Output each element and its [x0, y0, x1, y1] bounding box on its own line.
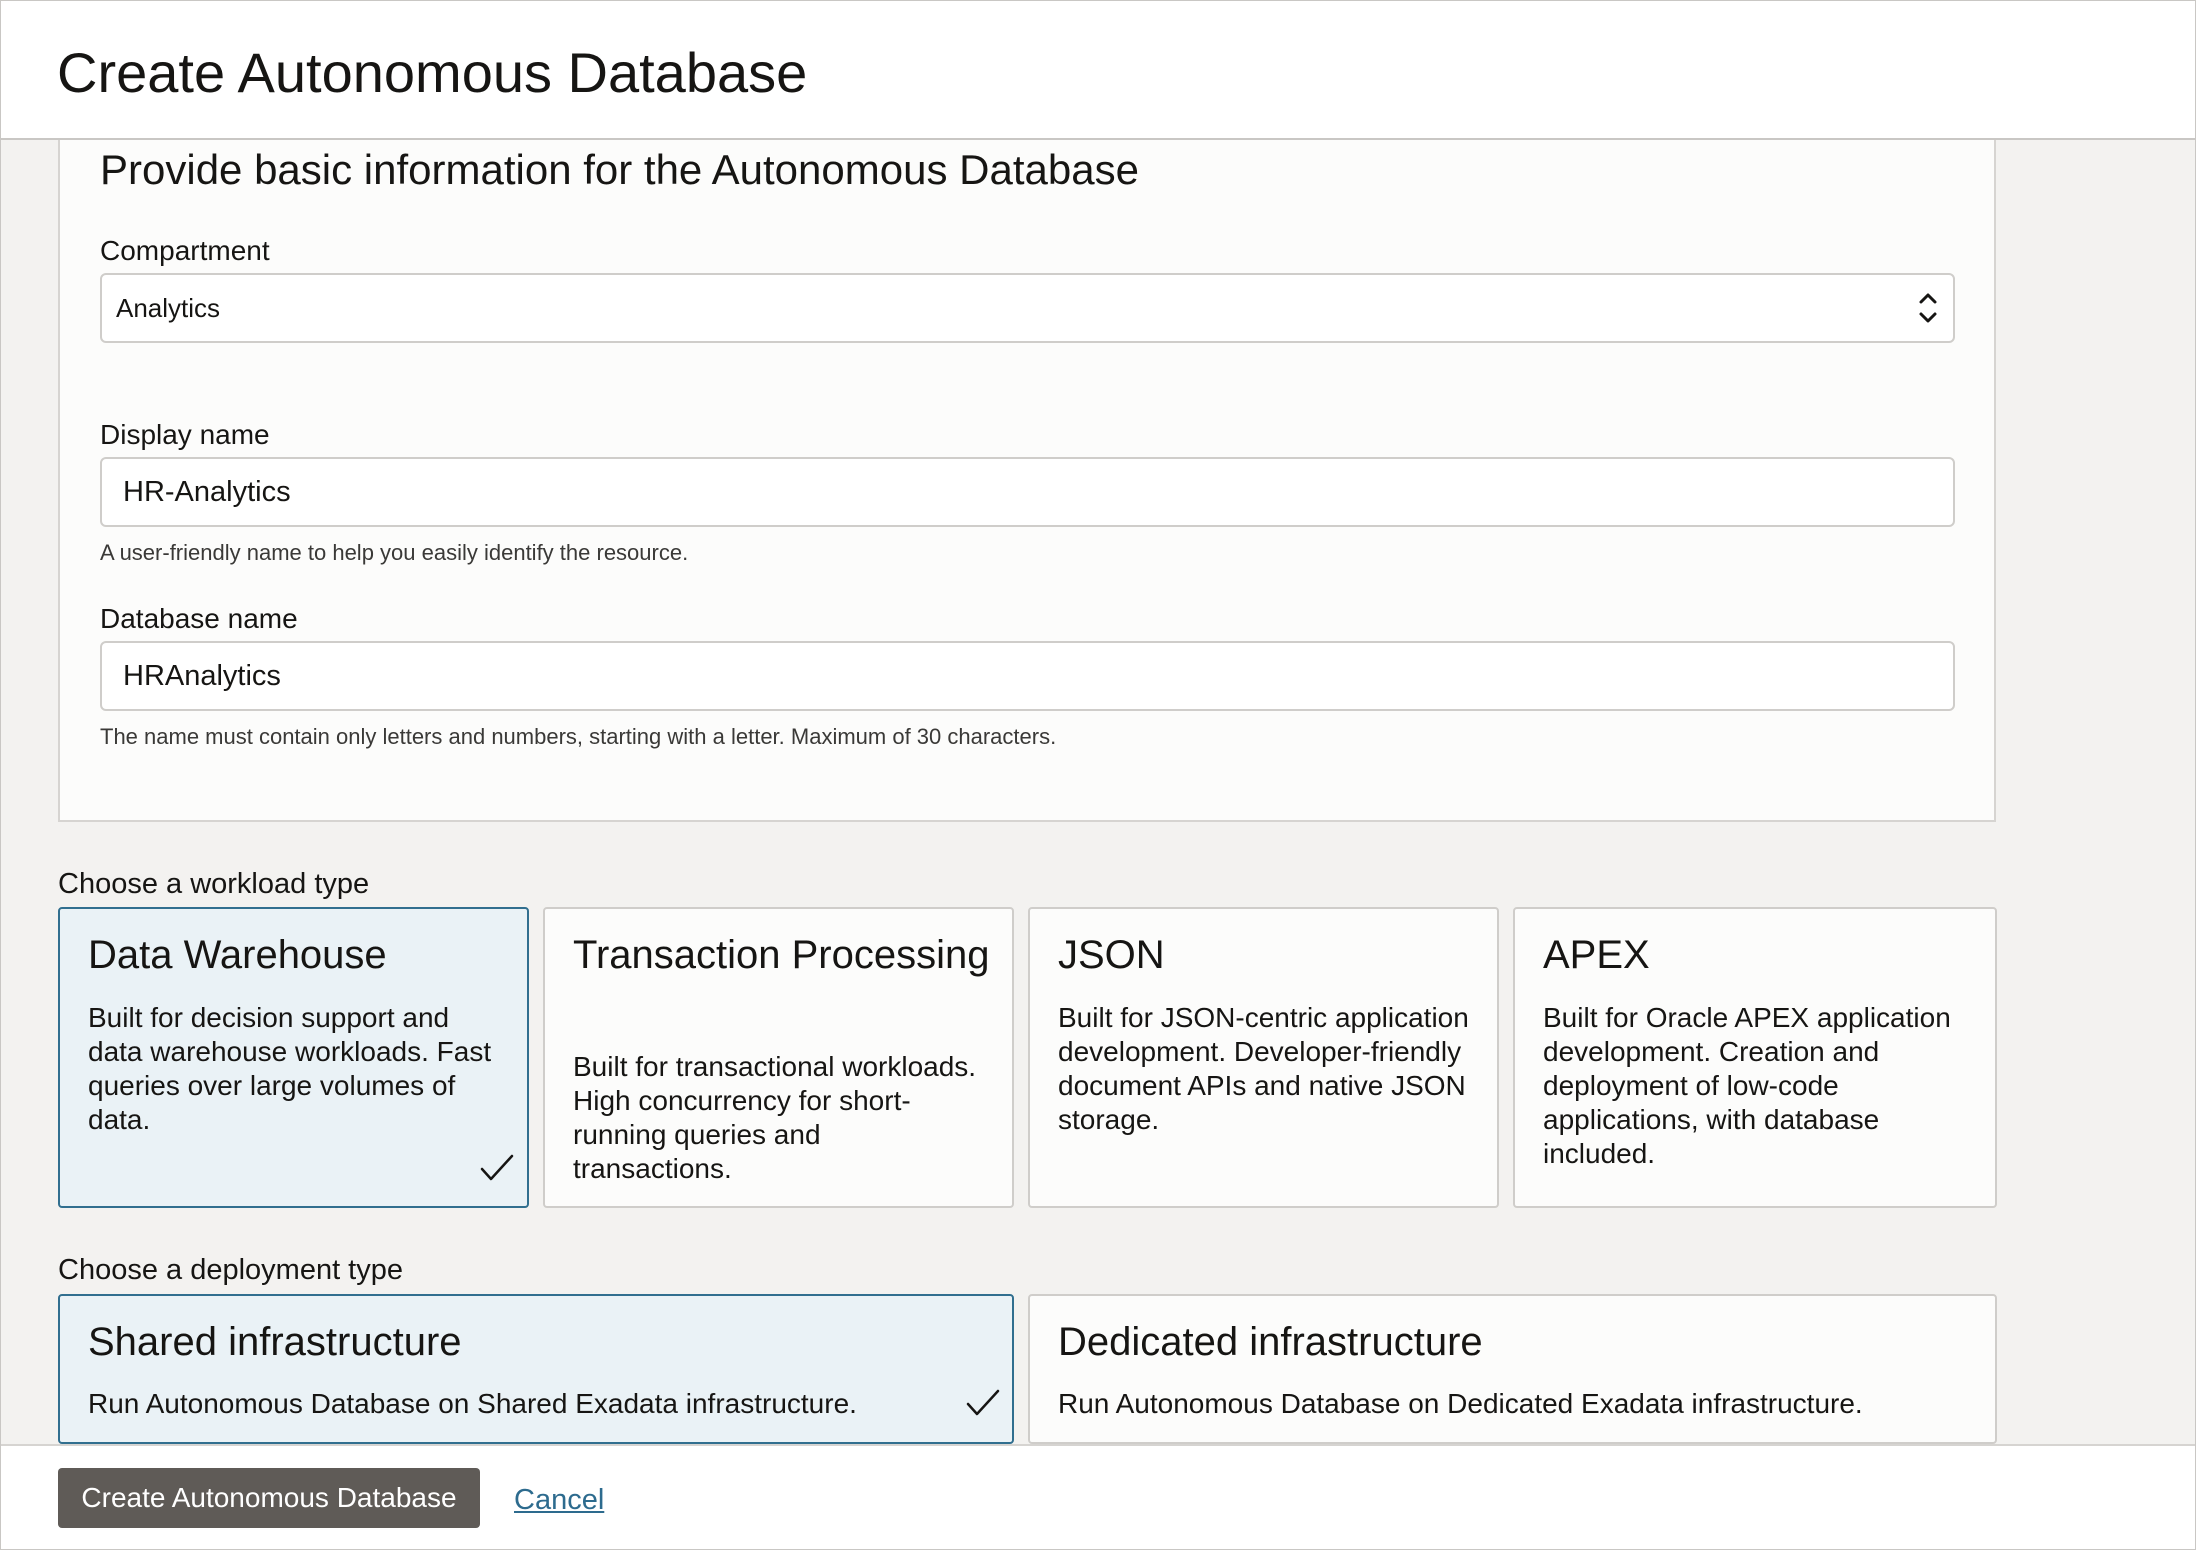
- deployment-type-label: Choose a deployment type: [58, 1254, 403, 1286]
- deployment-option-shared[interactable]: Shared infrastructure Run Autonomous Dat…: [58, 1294, 1014, 1444]
- workload-option-data-warehouse[interactable]: Data Warehouse Built for decision suppor…: [58, 907, 529, 1208]
- basic-info-heading: Provide basic information for the Autono…: [100, 146, 1139, 193]
- deployment-option-description: Run Autonomous Database on Shared Exadat…: [88, 1388, 857, 1419]
- display-name-input[interactable]: HR-Analytics: [100, 457, 1955, 527]
- workload-option-description: Built for transactional workloads. High …: [573, 1051, 977, 1184]
- database-name-input[interactable]: HRAnalytics: [100, 641, 1955, 711]
- workload-option-description: Built for decision support and data ware…: [88, 1002, 492, 1135]
- page-title: Create Autonomous Database: [57, 41, 808, 104]
- workload-option-transaction-processing[interactable]: Transaction Processing Built for transac…: [543, 907, 1014, 1208]
- footer-action-bar: Create Autonomous Database Cancel: [0, 1444, 2196, 1550]
- workload-option-description: Built for Oracle APEX application develo…: [1543, 1002, 1951, 1169]
- deployment-option-title: Dedicated infrastructure: [1058, 1320, 1483, 1364]
- display-name-hint: A user-friendly name to help you easily …: [100, 540, 689, 565]
- workload-option-description: Built for JSON-centric application devel…: [1058, 1002, 1469, 1135]
- check-icon: [966, 1389, 1000, 1416]
- database-name-label: Database name: [100, 603, 298, 634]
- deployment-option-title: Shared infrastructure: [88, 1320, 462, 1364]
- workload-option-title: JSON: [1058, 933, 1165, 977]
- deployment-option-dedicated[interactable]: Dedicated infrastructure Run Autonomous …: [1028, 1294, 1997, 1444]
- check-icon: [480, 1154, 514, 1181]
- deployment-option-description: Run Autonomous Database on Dedicated Exa…: [1058, 1388, 1863, 1419]
- workload-option-apex[interactable]: APEX Built for Oracle APEX application d…: [1513, 907, 1997, 1208]
- workload-option-title: Data Warehouse: [88, 933, 387, 977]
- compartment-select[interactable]: Analytics: [100, 273, 1955, 343]
- chevron-up-down-icon: [1919, 293, 1937, 323]
- cancel-link[interactable]: Cancel: [514, 1482, 604, 1518]
- database-name-hint: The name must contain only letters and n…: [100, 724, 1057, 749]
- display-name-label: Display name: [100, 419, 270, 450]
- compartment-value: Analytics: [116, 293, 221, 323]
- workload-option-title: APEX: [1543, 933, 1650, 977]
- workload-option-title: Transaction Processing: [573, 933, 990, 977]
- workload-type-label: Choose a workload type: [58, 868, 370, 900]
- compartment-label: Compartment: [100, 235, 270, 266]
- workload-option-json[interactable]: JSON Built for JSON-centric application …: [1028, 907, 1499, 1208]
- create-autonomous-database-button[interactable]: Create Autonomous Database: [58, 1468, 480, 1528]
- page-header: Create Autonomous Database: [0, 0, 2196, 140]
